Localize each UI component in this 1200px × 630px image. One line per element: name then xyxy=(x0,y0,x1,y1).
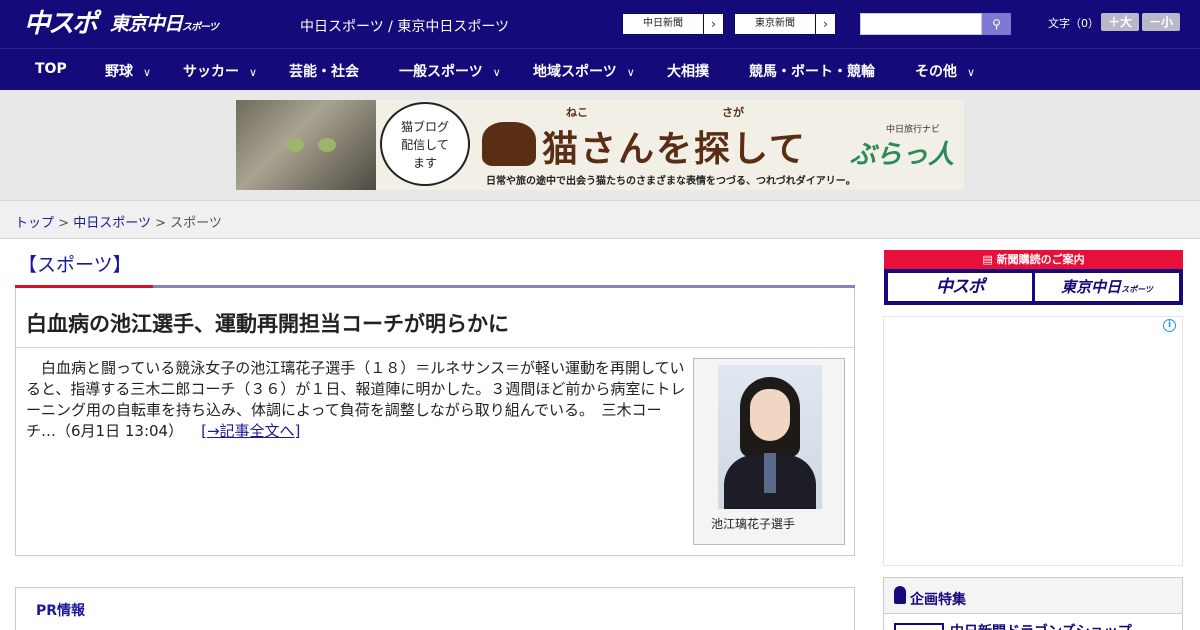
chevron-down-icon: ∨ xyxy=(143,66,152,79)
subscription-head-label: 新聞購読のご案内 xyxy=(996,253,1085,266)
breadcrumb-chunichi-sports[interactable]: 中日スポーツ xyxy=(73,216,151,231)
nav-item-entertainment[interactable]: 芸能・社会 xyxy=(289,61,359,81)
read-full-article-link[interactable]: [→記事全文へ] xyxy=(201,422,300,440)
photo-face xyxy=(750,389,790,441)
site-title: 中日スポーツ / 東京中日スポーツ xyxy=(300,19,510,35)
sidebar-ad[interactable]: i xyxy=(883,316,1183,566)
nav-item-label: 大相撲 xyxy=(667,64,709,80)
tokyo-logo-small: スポーツ xyxy=(182,22,219,33)
feature-title: 企画特集 xyxy=(910,592,966,608)
banner-brand: ぶらっ人 xyxy=(850,140,955,170)
subscribe-tokyo-small: スポーツ xyxy=(1121,285,1153,294)
feature-box: 企画特集 中日新聞ドラゴンズショップ xyxy=(883,577,1183,630)
nav-item-label: 競馬・ボート・競輪 xyxy=(749,64,875,80)
tokyo-shimbun-link[interactable]: 東京新聞 › xyxy=(734,13,836,35)
breadcrumb-separator: > xyxy=(58,216,70,231)
cat-eye xyxy=(318,138,336,152)
banner-area: 猫ブログ 配信して ます ねこ さが 猫さんを探して 中日旅行ナビ ぶらっ人 日… xyxy=(0,90,1200,200)
chevron-down-icon: ∨ xyxy=(967,66,976,79)
section-heading: 【スポーツ】 xyxy=(18,254,132,276)
chunichi-shimbun-link[interactable]: 中日新聞 › xyxy=(622,13,724,35)
top-header: 中スポ 東京中日スポーツ 中日スポーツ / 東京中日スポーツ 中日新聞 › 東京… xyxy=(0,0,1200,48)
nav-item-racing[interactable]: 競馬・ボート・競輪 xyxy=(749,61,875,81)
nav-item-other[interactable]: その他 ∨ xyxy=(915,61,975,81)
nav-item-soccer[interactable]: サッカー ∨ xyxy=(183,61,257,81)
banner-ruby-neko: ねこ xyxy=(566,106,588,119)
breadcrumb-separator: > xyxy=(155,216,166,231)
nav-item-label: その他 xyxy=(915,64,957,80)
banner-title: 猫さんを探して xyxy=(542,129,807,170)
cat-eye xyxy=(286,138,304,152)
nav-item-label: 一般スポーツ xyxy=(399,64,483,80)
chevron-down-icon: ∨ xyxy=(249,66,258,79)
breadcrumb: トップ > 中日スポーツ > スポーツ xyxy=(15,212,222,231)
nav-item-label: 地域スポーツ xyxy=(533,64,617,80)
font-size-increase-button[interactable]: ＋大 xyxy=(1101,13,1139,31)
font-size-decrease-button[interactable]: －小 xyxy=(1142,13,1180,31)
cat-silhouette-icon xyxy=(482,122,536,166)
chuspo-logo[interactable]: 中スポ xyxy=(24,8,98,40)
ribbon-icon xyxy=(894,586,906,604)
nav-item-baseball[interactable]: 野球 ∨ xyxy=(105,61,151,81)
photo-tie xyxy=(764,453,776,493)
feature-head: 企画特集 xyxy=(884,578,1182,614)
subscription-head: ▤ 新聞購読のご案内 xyxy=(884,250,1183,269)
tokyo-shimbun-label: 東京新聞 xyxy=(755,18,795,29)
tokyo-chunichi-logo[interactable]: 東京中日スポーツ xyxy=(110,8,219,40)
nav-item-label: 野球 xyxy=(105,64,133,80)
article-body: 白血病と闘っている競泳女子の池江璃花子選手（１８）＝ルネサンス＝が軽い運動を再開… xyxy=(26,358,686,442)
article-divider xyxy=(16,347,854,348)
search-icon: ⚲ xyxy=(992,17,1001,31)
nav-item-label: 芸能・社会 xyxy=(289,64,359,80)
chevron-right-icon: › xyxy=(815,14,835,34)
subscription-box: ▤ 新聞購読のご案内 中スポ 東京中日スポーツ xyxy=(884,250,1183,305)
search-button[interactable]: ⚲ xyxy=(982,13,1011,35)
chunichi-shimbun-label: 中日新聞 xyxy=(643,18,683,29)
athlete-photo[interactable] xyxy=(718,365,822,509)
newspaper-icon: ▤ xyxy=(982,253,993,266)
photo-caption: 池江璃花子選手 xyxy=(711,517,796,531)
feature-item-dragons-shop[interactable]: 中日新聞ドラゴンズショップ xyxy=(950,621,1132,630)
banner-subtitle: 日常や旅の途中で出会う猫たちのさまざまな表情をつづる、つれづれダイアリー。 xyxy=(486,176,856,187)
banner-ruby-saga: さが xyxy=(722,106,744,119)
subscribe-tokyo-label: 東京中日 xyxy=(1061,278,1122,296)
cat-photo xyxy=(236,100,376,190)
nav-item-regional-sports[interactable]: 地域スポーツ ∨ xyxy=(533,61,635,81)
breadcrumb-bar: トップ > 中日スポーツ > スポーツ xyxy=(0,200,1200,239)
main-nav: TOP 野球 ∨ サッカー ∨ 芸能・社会 一般スポーツ ∨ 地域スポーツ ∨ 大相撲 … xyxy=(0,48,1200,90)
cat-blog-banner[interactable]: 猫ブログ 配信して ます ねこ さが 猫さんを探して 中日旅行ナビ ぶらっ人 日… xyxy=(236,100,964,190)
chevron-down-icon: ∨ xyxy=(626,66,635,79)
speech-bubble: 猫ブログ 配信して ます xyxy=(380,102,470,186)
subscribe-tokyo-button[interactable]: 東京中日スポーツ xyxy=(1035,273,1179,301)
nav-item-label: サッカー xyxy=(183,64,239,80)
article-photo-frame: 池江璃花子選手 xyxy=(693,358,845,545)
nav-item-sumo[interactable]: 大相撲 xyxy=(667,61,709,81)
breadcrumb-top[interactable]: トップ xyxy=(15,216,54,231)
article-card: 白血病の池江選手、運動再開担当コーチが明らかに 白血病と闘っている競泳女子の池江… xyxy=(15,288,855,556)
chevron-down-icon: ∨ xyxy=(492,66,501,79)
nav-item-label: TOP xyxy=(35,61,67,77)
search-input[interactable] xyxy=(860,13,982,35)
pr-title: PR情報 xyxy=(36,603,86,619)
chevron-right-icon: › xyxy=(703,14,723,34)
nav-item-general-sports[interactable]: 一般スポーツ ∨ xyxy=(399,61,501,81)
article-text: 白血病と闘っている競泳女子の池江璃花子選手（１８）＝ルネサンス＝が軽い運動を再開… xyxy=(26,359,686,440)
nav-item-top[interactable]: TOP xyxy=(35,61,67,77)
ad-info-icon[interactable]: i xyxy=(1163,319,1176,332)
subscribe-chuspo-button[interactable]: 中スポ xyxy=(888,273,1032,301)
breadcrumb-current: スポーツ xyxy=(170,216,222,231)
article-title[interactable]: 白血病の池江選手、運動再開担当コーチが明らかに xyxy=(26,308,509,338)
font-size-label: 文字（0） xyxy=(1048,17,1099,30)
pr-section: PR情報 xyxy=(15,587,855,630)
tokyo-logo-text: 東京中日 xyxy=(110,13,183,35)
dragons-shop-icon xyxy=(894,623,944,630)
